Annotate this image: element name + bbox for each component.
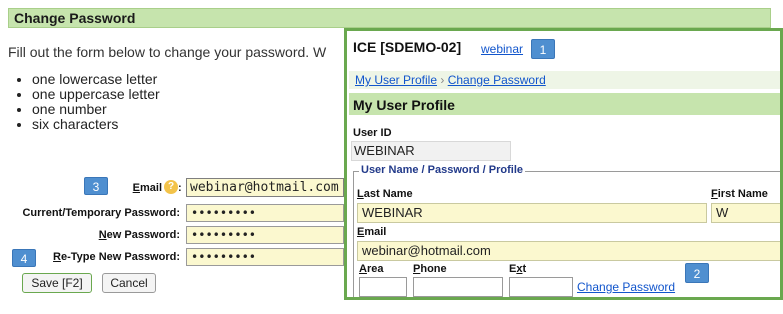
new-password-input[interactable]: ••••••••• — [186, 226, 344, 244]
change-password-link[interactable]: Change Password — [577, 280, 675, 294]
breadcrumb-change-password[interactable]: Change Password — [448, 73, 546, 87]
breadcrumb-my-user-profile[interactable]: My User Profile — [355, 73, 437, 87]
last-name-label: Last Name — [357, 188, 413, 200]
user-id-label: User ID — [353, 127, 392, 139]
help-icon[interactable]: ? — [164, 180, 178, 194]
user-id-field: WEBINAR — [351, 141, 511, 161]
password-requirements-list: one lowercase letter one uppercase lette… — [8, 72, 160, 132]
email-label: Email — [357, 226, 387, 238]
email-label: Email — [132, 182, 162, 194]
retype-password-input[interactable]: ••••••••• — [186, 248, 344, 266]
requirement-item: one lowercase letter — [32, 72, 160, 87]
first-name-label: First Name — [711, 188, 768, 200]
cancel-button[interactable]: Cancel — [102, 273, 156, 293]
user-link[interactable]: webinar — [481, 42, 523, 56]
step-badge-2: 2 — [685, 263, 709, 283]
retype-password-label: Re-Type New Password: — [53, 251, 180, 263]
requirement-item: six characters — [32, 117, 160, 132]
email-input[interactable]: webinar@hotmail.com — [357, 241, 780, 261]
new-password-label: New Password: — [98, 229, 180, 241]
area-label: Area — [359, 263, 384, 275]
ext-label: Ext — [509, 263, 527, 275]
email-input[interactable]: webinar@hotmail.com — [186, 178, 344, 197]
first-name-input[interactable]: W — [711, 203, 780, 223]
breadcrumb: My User Profile › Change Password — [355, 73, 546, 87]
phone-input[interactable] — [413, 277, 503, 297]
step-badge-1: 1 — [531, 39, 555, 59]
area-input[interactable] — [359, 277, 407, 297]
save-button[interactable]: Save [F2] — [22, 273, 92, 293]
fieldset-legend: User Name / Password / Profile — [359, 164, 526, 176]
step-badge-3: 3 — [84, 177, 108, 195]
intro-text: Fill out the form below to change your p… — [8, 44, 327, 60]
current-password-input[interactable]: ••••••••• — [186, 204, 344, 222]
section-title: My User Profile — [353, 97, 455, 113]
breadcrumb-separator-icon: › — [440, 73, 445, 87]
ext-input[interactable] — [509, 277, 573, 297]
app-title: ICE [SDEMO-02] — [353, 39, 462, 55]
current-password-label: Current/Temporary Password: — [22, 207, 180, 219]
last-name-input[interactable]: WEBINAR — [357, 203, 707, 223]
page-title: Change Password — [14, 10, 136, 26]
step-badge-4: 4 — [12, 249, 36, 267]
requirement-item: one uppercase letter — [32, 87, 160, 102]
requirement-item: one number — [32, 102, 160, 117]
phone-label: Phone — [413, 263, 447, 275]
zoomed-profile-panel: ICE [SDEMO-02] webinar 1 My User Profile… — [344, 28, 783, 300]
